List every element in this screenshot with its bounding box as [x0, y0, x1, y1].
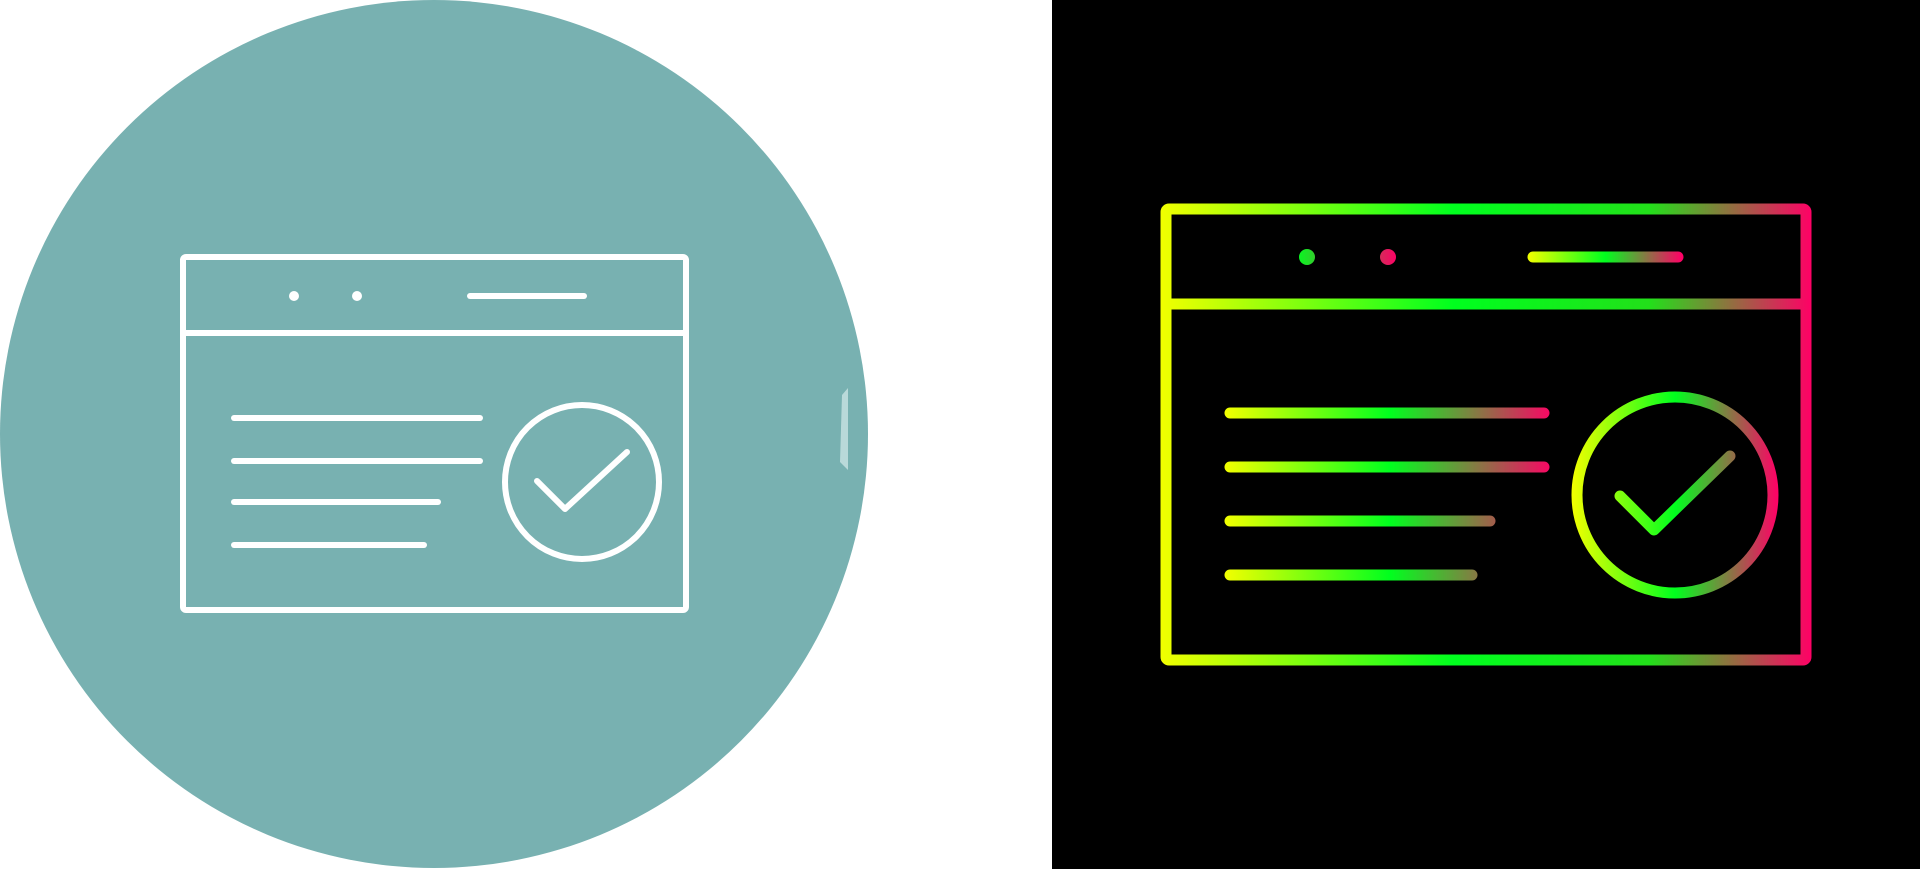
window-dot-2 — [1380, 249, 1396, 265]
icon-comparison-canvas — [0, 0, 1920, 869]
light-variant-svg — [0, 0, 868, 868]
black-background — [1052, 0, 1920, 869]
window-dot-1 — [289, 291, 299, 301]
dark-variant-svg — [1052, 0, 1920, 869]
teal-circle-background — [0, 0, 868, 868]
window-dot-1 — [1299, 249, 1315, 265]
window-dot-2 — [352, 291, 362, 301]
light-variant-panel — [0, 0, 1052, 869]
dark-variant-panel — [1052, 0, 1920, 869]
